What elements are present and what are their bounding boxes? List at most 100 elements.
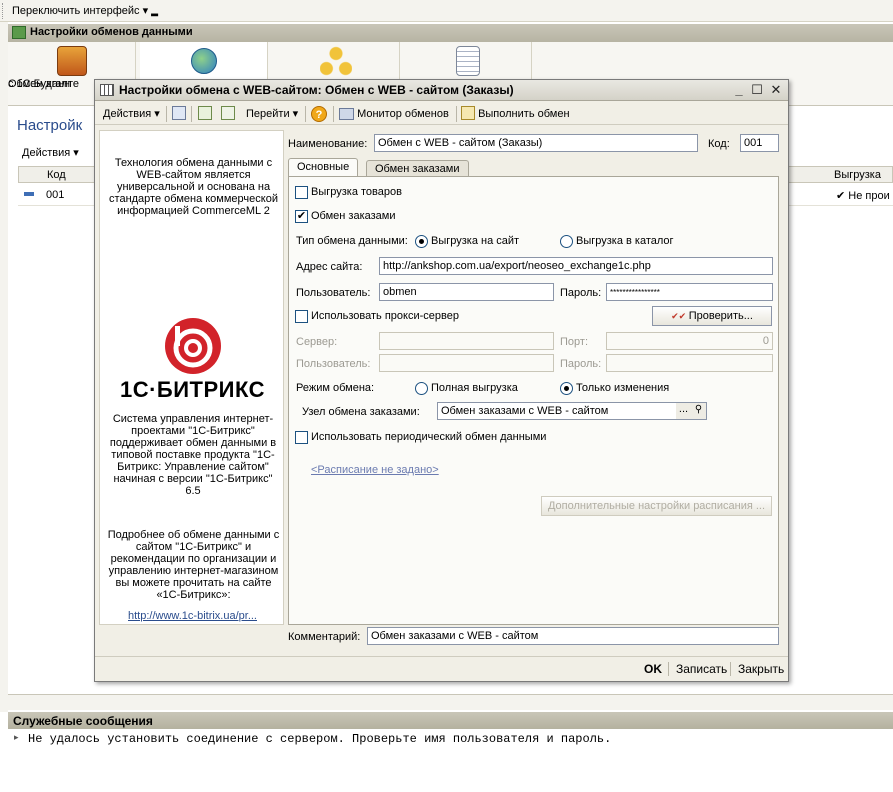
proxy-port-field[interactable]: 0 (606, 332, 773, 350)
ok-button[interactable]: OK (644, 662, 662, 676)
dialog-footer: OK Записать Закрыть (95, 656, 788, 681)
help-button[interactable]: ? (311, 106, 327, 122)
toolbar-separator (305, 106, 306, 122)
check-connection-label: Проверить... (688, 310, 753, 322)
proxy-password-field[interactable] (606, 354, 773, 372)
name-label: Наименование: (288, 138, 368, 150)
password-field[interactable]: **************** (606, 283, 773, 301)
footer-separator (668, 662, 669, 676)
schedule-settings-button[interactable]: Дополнительные настройки расписания ... (541, 496, 772, 516)
use-proxy-label: Использовать прокси-сервер (311, 310, 459, 322)
radio-export-to-catalog[interactable] (560, 235, 573, 248)
periodic-exchange-label: Использовать периодический обмен данными (311, 431, 547, 443)
accounting-exchange-icon (56, 46, 87, 76)
site-address-label: Адрес сайта: (296, 261, 363, 273)
goto-menu-label: Перейти (246, 108, 290, 120)
order-node-select-button[interactable]: ... (676, 403, 691, 419)
order-exchange-checkbox[interactable]: ✔ (295, 210, 308, 223)
bitrix-site-link[interactable]: http://www.1c-bitrix.ua/pr... (100, 610, 285, 622)
info-more-text: Подробнее об обмене данными с сайтом "1С… (107, 529, 280, 601)
column-export-header[interactable]: Выгрузка (834, 169, 881, 181)
tab-label-line2: с 1С:Бухгалте (8, 78, 79, 90)
row-export-value: Не прои (848, 190, 890, 202)
toolbar-grip[interactable] (2, 3, 4, 19)
radio-full-export[interactable] (415, 382, 428, 395)
radio-export-to-site[interactable] (415, 235, 428, 248)
run-exchange-icon (461, 106, 475, 120)
save-close-glyph (172, 106, 186, 120)
close-window-button[interactable]: ✕ (768, 82, 784, 98)
periodic-exchange-checkbox[interactable] (295, 431, 308, 444)
export-goods-checkbox[interactable] (295, 186, 308, 199)
switch-interface-menu[interactable]: Переключить интерфейс ▾ ▂ (8, 3, 162, 18)
dialog-title: Настройки обмена с WEB-сайтом: Обмен с W… (119, 83, 514, 97)
radio-export-to-catalog-label: Выгрузка в каталог (576, 235, 674, 247)
refresh-icon[interactable] (198, 106, 212, 122)
use-proxy-checkbox[interactable] (295, 310, 308, 323)
order-node-value: Обмен заказами с WEB - сайтом (441, 405, 609, 417)
export-goods-label: Выгрузка товаров (311, 186, 402, 198)
bitrix-logo-icon (165, 318, 221, 374)
dialog-title-bar[interactable]: Настройки обмена с WEB-сайтом: Обмен с W… (95, 80, 788, 101)
column-code-header[interactable]: Код (47, 169, 66, 181)
schedule-link[interactable]: <Расписание не задано> (311, 464, 439, 476)
name-field[interactable]: Обмен с WEB - сайтом (Заказы) (374, 134, 698, 152)
save-button[interactable]: Записать (676, 662, 727, 676)
toolbar-separator (333, 106, 334, 122)
row-code: 001 (46, 189, 65, 201)
check-icon: ✔✔ (671, 311, 689, 321)
toolbar-separator (166, 106, 167, 122)
maximize-button[interactable]: ☐ (749, 82, 765, 98)
dialog-toolbar: Действия ▾ Перейти ▾ ? Монитор обменов В… (95, 102, 788, 125)
run-exchange-label: Выполнить обмен (478, 108, 570, 120)
run-exchange-button[interactable]: Выполнить обмен (461, 106, 570, 122)
top-menu-bar: Переключить интерфейс ▾ ▂ (0, 0, 893, 22)
radio-changes-only-label: Только изменения (576, 382, 670, 394)
message-arrow-icon: ▸ (14, 732, 19, 742)
proxy-server-field[interactable] (379, 332, 554, 350)
save-close-icon[interactable] (172, 106, 186, 122)
add-copy-glyph (221, 106, 235, 120)
user-field[interactable]: obmen (379, 283, 554, 301)
check-connection-button[interactable]: ✔✔ Проверить... (652, 306, 772, 326)
minimize-button[interactable]: _ (731, 82, 747, 98)
actions-menu[interactable]: Действия ▾ (103, 106, 160, 122)
add-copy-icon[interactable] (221, 106, 235, 122)
exchange-type-label: Тип обмена данными: (296, 235, 408, 247)
proxy-password-label: Пароль: (560, 358, 602, 370)
password-label: Пароль: (560, 287, 602, 299)
footer-separator (730, 662, 731, 676)
message-text: Не удалось установить соединение с серве… (28, 732, 612, 746)
radio-export-to-site-label: Выгрузка на сайт (431, 235, 520, 247)
code-field[interactable]: 001 (740, 134, 779, 152)
proxy-server-label: Сервер: (296, 336, 338, 348)
background-actions-menu[interactable]: Действия ▾ (22, 146, 79, 159)
bitrix-logo-text: 1С·БИТРИКС (119, 377, 266, 402)
site-address-field[interactable]: http://ankshop.com.ua/export/neoseo_exch… (379, 257, 773, 275)
tab-order-exchange-label: Обмен заказами (375, 163, 460, 175)
messages-panel-title: Служебные сообщения (8, 712, 893, 729)
order-node-label: Узел обмена заказами: (302, 406, 420, 418)
background-actions-label: Действия (22, 147, 71, 159)
row-export-cell: ✔ Не прои (836, 190, 890, 202)
background-window-title: Настройки обменов данными (8, 24, 893, 42)
network-nodes-icon (319, 46, 352, 76)
exchange-monitor-button[interactable]: Монитор обменов (339, 106, 449, 122)
order-node-field[interactable]: Обмен заказами с WEB - сайтом (437, 402, 707, 420)
tab-main[interactable]: Основные (288, 158, 359, 177)
background-window-bottom (8, 694, 893, 710)
radio-changes-only[interactable] (560, 382, 573, 395)
messages-panel: ▸ Не удалось установить соединение с сер… (8, 729, 893, 792)
toolbar-separator (456, 106, 457, 122)
order-node-search-icon[interactable]: ⚲ (691, 403, 706, 419)
comment-field[interactable]: Обмен заказами с WEB - сайтом (367, 627, 779, 645)
globe-icon (190, 48, 217, 74)
row-marker-icon (24, 192, 34, 196)
help-icon: ? (315, 109, 323, 121)
document-icon (455, 46, 480, 76)
close-button[interactable]: Закрыть (738, 662, 784, 676)
proxy-user-field[interactable] (379, 354, 554, 372)
proxy-port-label: Порт: (560, 336, 588, 348)
goto-menu[interactable]: Перейти ▾ (246, 106, 298, 122)
background-page-heading: Настройк (17, 117, 83, 134)
